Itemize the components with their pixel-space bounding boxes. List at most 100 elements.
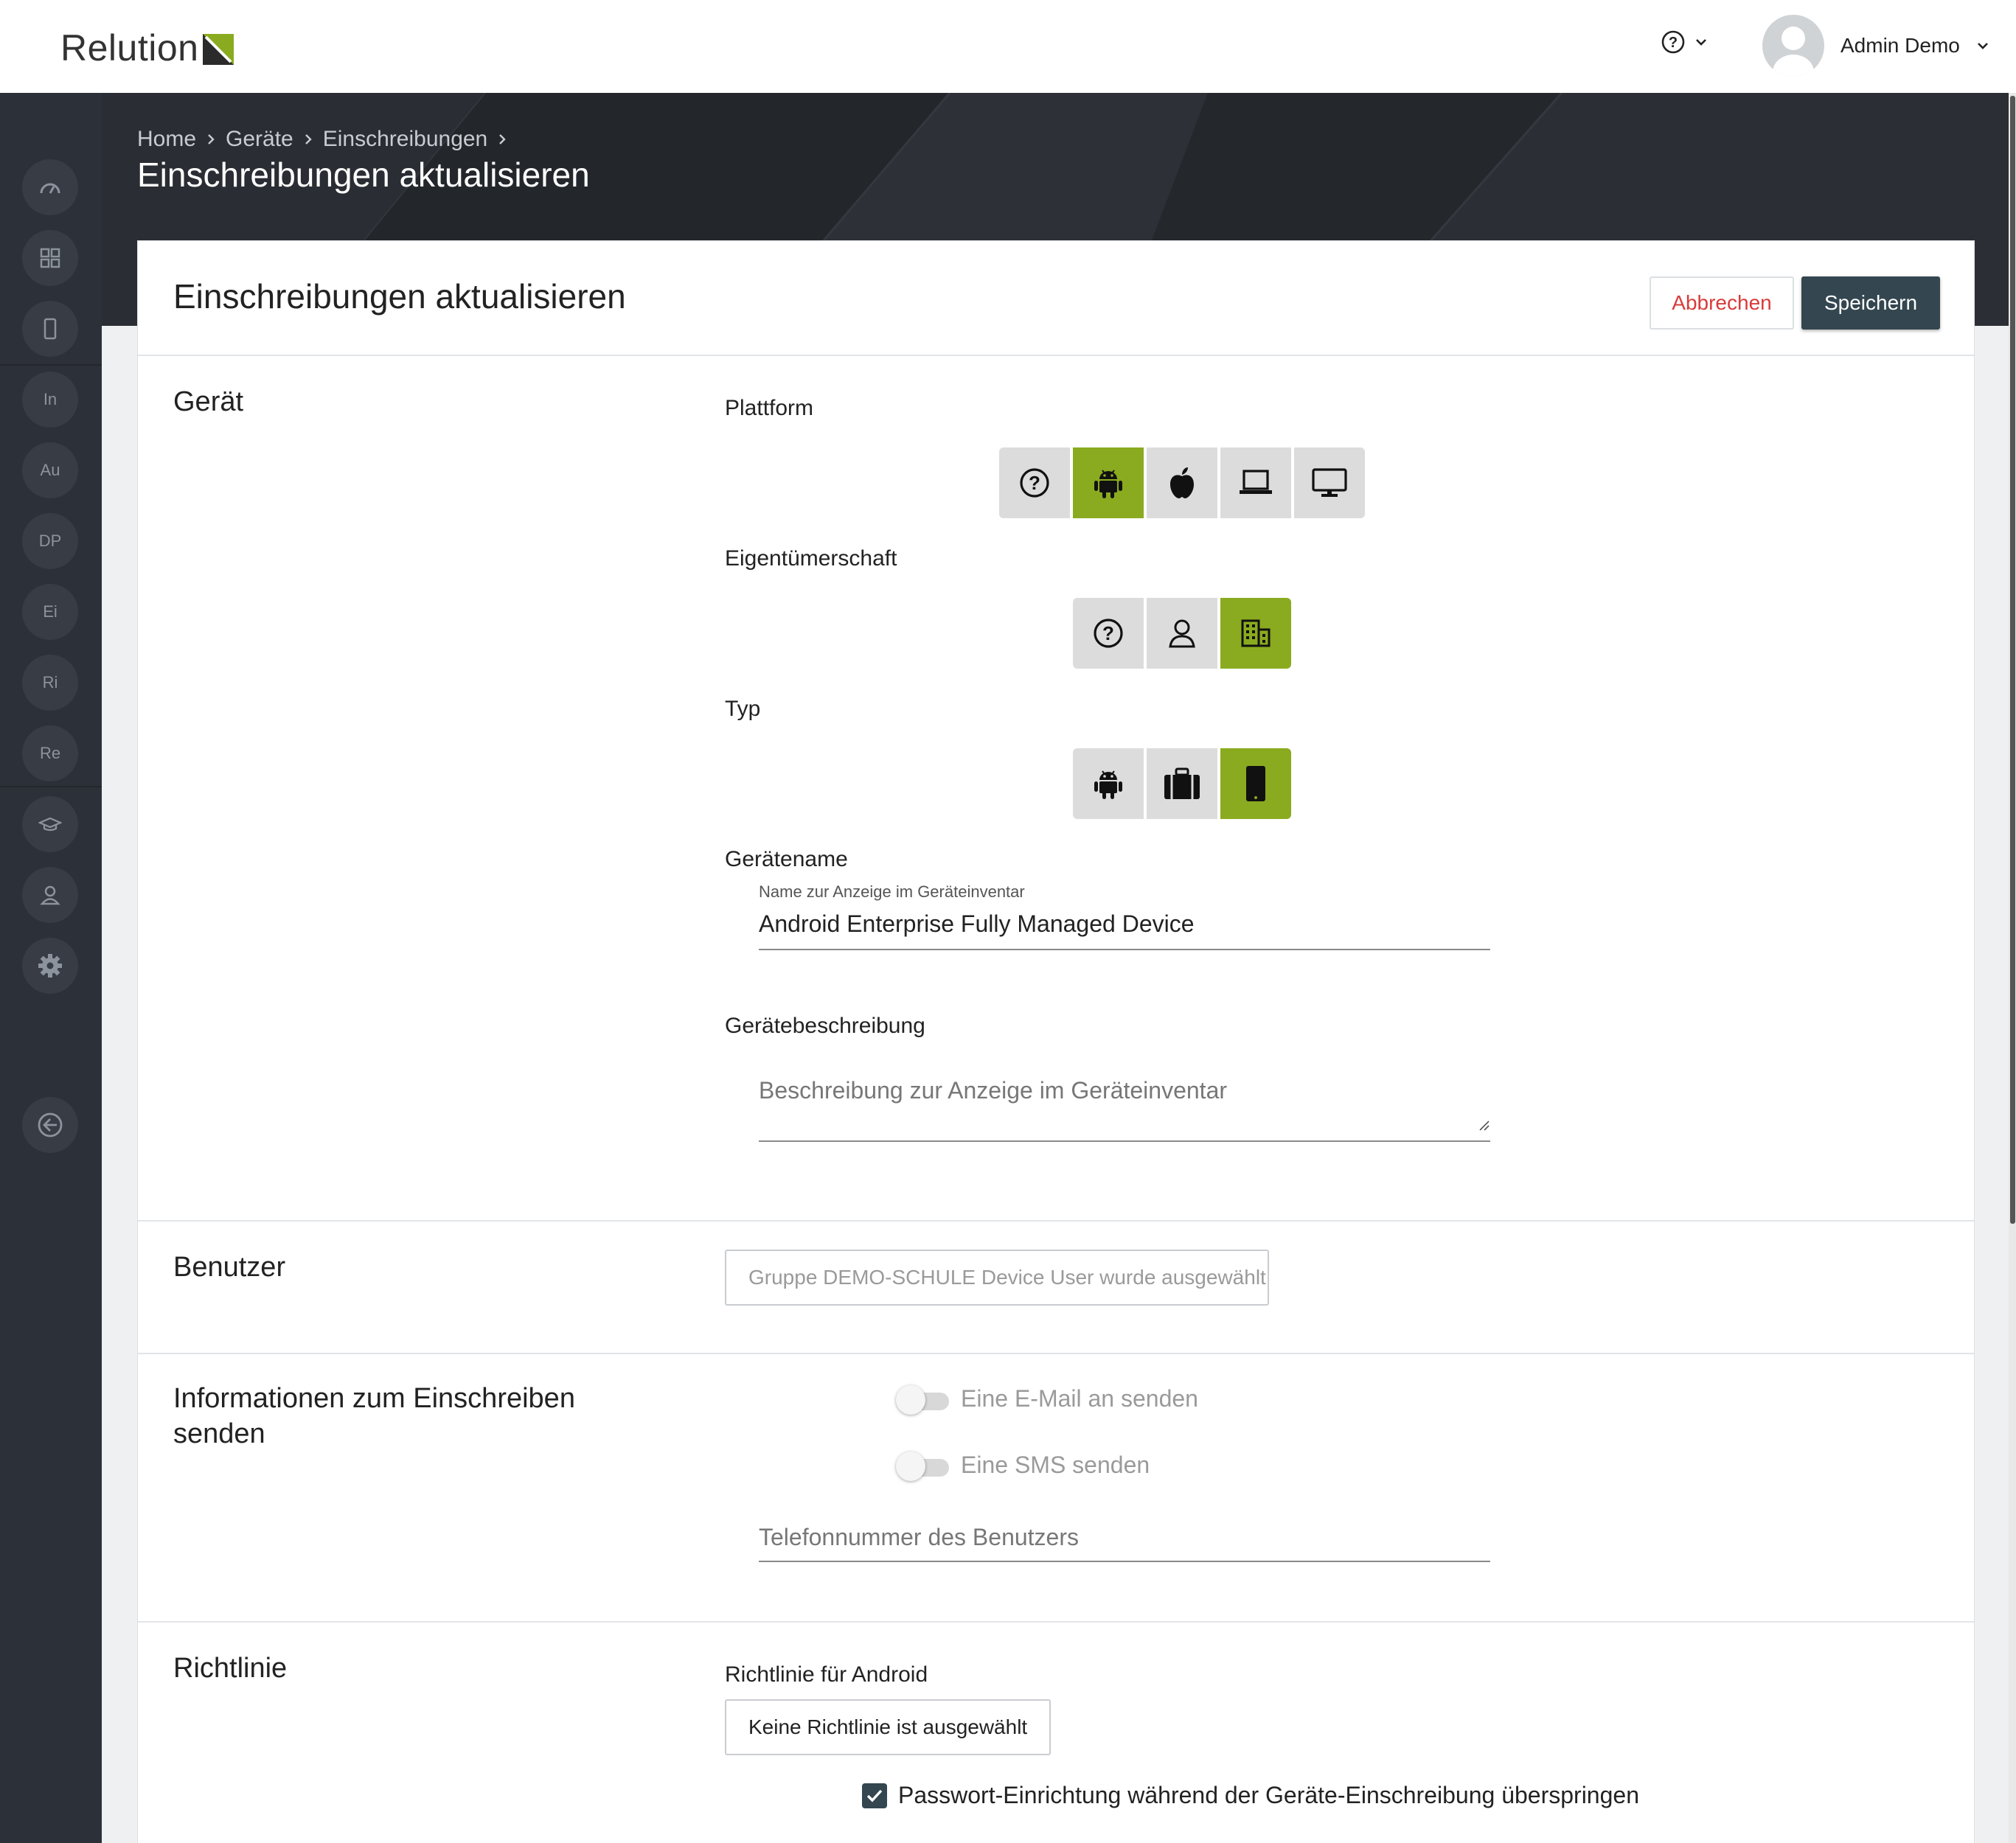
checkmark-icon xyxy=(866,1789,883,1802)
avatar xyxy=(1762,15,1824,77)
relution-logo[interactable]: Relution xyxy=(60,27,234,69)
user-menu[interactable]: Admin Demo xyxy=(1762,15,1989,77)
resize-handle-icon[interactable] xyxy=(1478,1120,1490,1132)
apps-grid-icon xyxy=(40,248,60,268)
breadcrumb-enrollments[interactable]: Einschreibungen xyxy=(323,127,488,152)
platform-option-windows[interactable] xyxy=(1294,447,1365,518)
sidebar-item-label: Re xyxy=(39,744,61,762)
settings-gear-icon xyxy=(38,954,62,978)
android-icon xyxy=(1094,770,1122,799)
company-building-icon xyxy=(1241,619,1271,647)
type-option-fully-managed[interactable] xyxy=(1220,748,1291,819)
device-description-underline xyxy=(759,1140,1490,1142)
scrollbar-thumb[interactable] xyxy=(2010,96,2015,1224)
help-menu[interactable]: ? xyxy=(1661,29,1708,55)
sidebar-item-label: DP xyxy=(38,532,62,550)
sidebar-item-au[interactable]: Au xyxy=(22,442,78,498)
ownership-option-unknown[interactable]: ? xyxy=(1073,598,1144,669)
sidebar-item-label: In xyxy=(43,390,58,408)
type-option-work-profile[interactable] xyxy=(1147,748,1217,819)
android-policy-label: Richtlinie für Android xyxy=(725,1662,928,1687)
sidebar-item-dashboard[interactable] xyxy=(22,159,78,215)
skip-password-label: Passwort-Einrichtung während der Geräte-… xyxy=(898,1782,1639,1808)
section-title-user: Benutzer xyxy=(173,1252,286,1283)
person-icon xyxy=(1169,619,1195,648)
sidebar-item-devices[interactable] xyxy=(22,301,78,357)
platform-option-android[interactable] xyxy=(1073,447,1144,518)
sms-toggle-label: Eine SMS senden xyxy=(961,1452,1150,1478)
svg-text:?: ? xyxy=(1102,622,1114,644)
android-icon xyxy=(1094,470,1122,498)
sidebar-item-apps[interactable] xyxy=(22,230,78,286)
sidebar-item-dp[interactable]: DP xyxy=(22,513,78,569)
platform-option-unknown[interactable]: ? xyxy=(999,447,1070,518)
breadcrumb-devices[interactable]: Geräte xyxy=(226,127,293,152)
sidebar-item-re[interactable]: Re xyxy=(22,725,78,781)
skip-password-checkbox[interactable] xyxy=(862,1783,887,1808)
user-icon xyxy=(40,885,60,905)
help-circle-icon: ? xyxy=(1020,468,1049,498)
apple-icon xyxy=(1170,467,1194,498)
sidebar-item-label: Ri xyxy=(42,673,58,691)
laptop-icon xyxy=(1240,470,1272,494)
sidebar-item-settings[interactable] xyxy=(22,938,78,994)
device-name-underline xyxy=(759,949,1490,950)
toggle-knob xyxy=(896,1452,925,1481)
enrollment-form-card: Einschreibungen aktualisieren Abbrechen … xyxy=(137,240,1975,1843)
cancel-button[interactable]: Abbrechen xyxy=(1650,276,1794,330)
device-description-textarea[interactable]: Beschreibung zur Anzeige im Geräteinvent… xyxy=(759,1077,1227,1104)
sidebar-item-in[interactable]: In xyxy=(22,372,78,428)
breadcrumb-home[interactable]: Home xyxy=(137,127,196,152)
chevron-down-icon xyxy=(1977,43,1988,49)
sidebar-collapse-button[interactable] xyxy=(22,1097,78,1153)
dashboard-icon xyxy=(40,183,60,194)
device-name-hint: Name zur Anzeige im Geräteinventar xyxy=(759,882,1025,901)
android-policy-select[interactable]: Keine Richtlinie ist ausgewählt xyxy=(725,1699,1051,1755)
ownership-option-personal[interactable] xyxy=(1147,598,1217,669)
phone-number-input[interactable]: Telefonnummer des Benutzers xyxy=(759,1524,1079,1551)
sidebar-item-ri[interactable]: Ri xyxy=(22,655,78,711)
section-title-policy: Richtlinie xyxy=(173,1653,288,1684)
sidebar-item-users[interactable] xyxy=(22,867,78,923)
save-button[interactable]: Speichern xyxy=(1801,276,1940,330)
user-group-select[interactable]: Gruppe DEMO-SCHULE Device User wurde aus… xyxy=(725,1250,1269,1306)
device-name-label: Gerätename xyxy=(725,847,848,871)
device-description-label: Gerätebeschreibung xyxy=(725,1014,925,1038)
user-avatar-icon xyxy=(1773,27,1814,77)
platform-option-ios[interactable] xyxy=(1147,447,1217,518)
sidebar: In Au DP Ei Ri Re xyxy=(0,93,102,1843)
divider xyxy=(138,1220,1974,1222)
svg-text:?: ? xyxy=(1029,472,1040,494)
chevron-right-icon xyxy=(208,134,215,144)
type-selector xyxy=(1073,748,1291,819)
sidebar-item-education[interactable] xyxy=(22,796,78,852)
divider xyxy=(138,1621,1974,1623)
phone-number-underline xyxy=(759,1561,1490,1562)
platform-selector: ? xyxy=(999,447,1365,518)
device-name-input[interactable]: Android Enterprise Fully Managed Device xyxy=(759,910,1195,938)
divider xyxy=(138,1353,1974,1354)
sms-toggle[interactable] xyxy=(896,1452,949,1481)
ownership-selector: ? xyxy=(1073,598,1291,669)
device-icon xyxy=(44,318,57,340)
type-option-android[interactable] xyxy=(1073,748,1144,819)
smartphone-icon xyxy=(1246,766,1265,801)
email-toggle[interactable] xyxy=(896,1385,949,1415)
sidebar-divider xyxy=(0,364,102,366)
page-title: Einschreibungen aktualisieren xyxy=(137,156,590,194)
type-label: Typ xyxy=(725,697,761,721)
platform-label: Plattform xyxy=(725,396,814,420)
toggle-knob xyxy=(896,1385,925,1415)
help-circle-icon: ? xyxy=(1661,30,1685,54)
sidebar-item-ei[interactable]: Ei xyxy=(22,584,78,640)
sidebar-item-label: Au xyxy=(40,461,60,479)
ownership-option-company[interactable] xyxy=(1220,598,1291,669)
logo-text: Relution xyxy=(60,27,199,69)
divider xyxy=(138,355,1974,356)
ownership-label: Eigentümerschaft xyxy=(725,546,897,571)
platform-option-macos[interactable] xyxy=(1220,447,1291,518)
help-circle-icon: ? xyxy=(1094,619,1123,648)
sidebar-item-label: Ei xyxy=(43,602,58,621)
breadcrumb: Home Geräte Einschreibungen xyxy=(137,127,507,152)
card-title: Einschreibungen aktualisieren xyxy=(173,277,626,316)
